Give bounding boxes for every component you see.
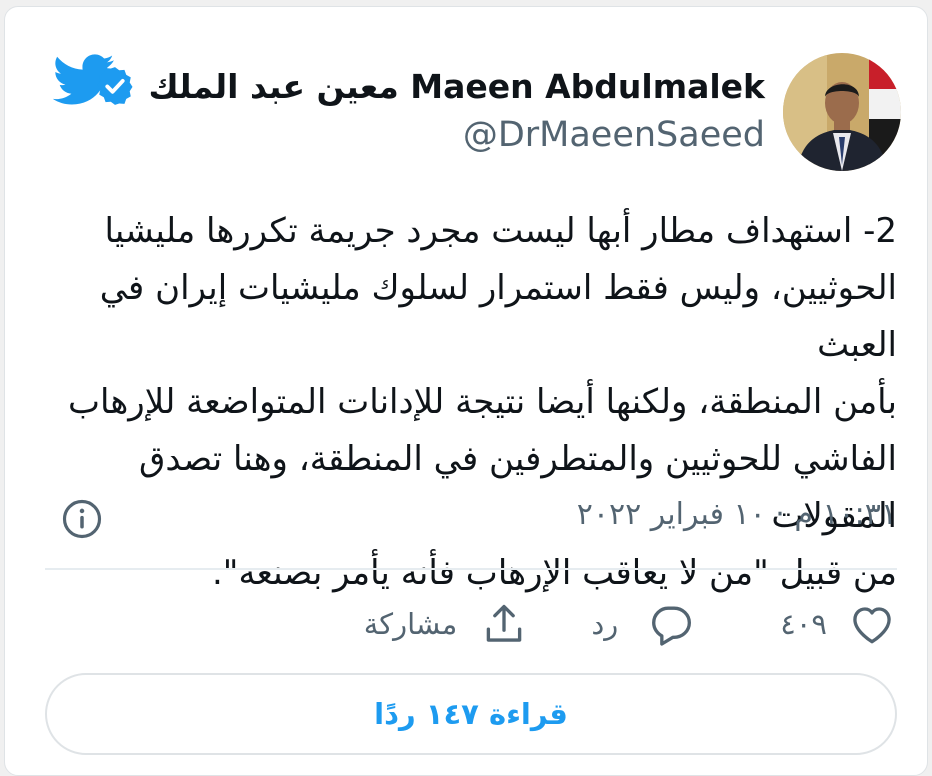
avatar[interactable] <box>783 53 901 171</box>
read-replies-button[interactable]: قراءة ١٤٧ ردًا <box>45 673 897 755</box>
info-icon[interactable] <box>61 498 103 540</box>
verified-badge-icon <box>97 67 133 105</box>
author-display-name: معين عبد الملك Maeen Abdulmalek <box>148 66 765 106</box>
tweet-timestamp[interactable]: ١٠:٣١ م · ١٠ فبراير ٢٠٢٢ <box>577 497 897 532</box>
avatar-portrait-image <box>783 53 901 171</box>
reply-label: رد <box>591 607 619 641</box>
share-upload-icon <box>487 604 522 642</box>
tweet-line: بأمن المنطقة، ولكنها أيضا نتيجة للإدانات… <box>68 382 897 422</box>
reply-button[interactable]: رد <box>591 599 696 649</box>
heart-icon <box>853 607 891 644</box>
author-handle[interactable]: @DrMaeenSaeed <box>463 115 765 155</box>
like-button[interactable]: ٤٠٩ <box>780 599 897 649</box>
share-button[interactable]: مشاركة <box>364 599 530 649</box>
like-count: ٤٠٩ <box>780 607 827 641</box>
tweet-line: 2- استهداف مطار أبها ليست مجرد جريمة تكر… <box>104 211 897 251</box>
tweet-line: الحوثيين، وليس فقط استمرار لسلوك مليشيات… <box>99 268 897 365</box>
tweet-text: 2- استهداف مطار أبها ليست مجرد جريمة تكر… <box>45 203 897 602</box>
divider <box>45 568 897 570</box>
author-name-row[interactable]: معين عبد الملك Maeen Abdulmalek <box>94 61 765 111</box>
tweet-actions: ٤٠٩ رد مشاركة <box>364 597 897 651</box>
share-label: مشاركة <box>363 607 458 641</box>
tweet-line: من قبيل "من لا يعاقب الإرهاب فأنه يأمر ب… <box>212 553 897 593</box>
speech-bubble-icon <box>652 606 692 646</box>
tweet-card: معين عبد الملك Maeen Abdulmalek @DrMaeen… <box>4 6 928 776</box>
